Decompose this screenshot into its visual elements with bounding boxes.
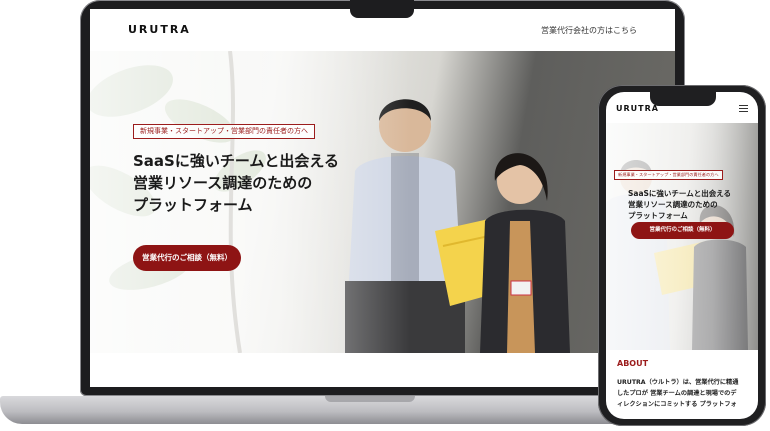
hero-tagline: 新規事業・スタートアップ・営業部門の責任者の方へ <box>133 124 315 139</box>
site-logo[interactable]: URUTRA <box>128 23 191 36</box>
phone-hero-title-line: 営業リソース調達のための <box>628 200 718 209</box>
phone-hero-tagline: 新規事業・スタートアップ・営業部門の責任者の方へ <box>614 170 723 180</box>
hero-title-line: SaaSに強いチームと出会える <box>133 152 339 170</box>
hero-section: 新規事業・スタートアップ・営業部門の責任者の方へ SaaSに強いチームと出会える… <box>90 51 675 353</box>
about-body-line: URUTRA（ウルトラ）は、営業代行に精通 <box>617 379 739 386</box>
hero-title-line: プラットフォーム <box>133 196 253 214</box>
phone-site-logo[interactable]: URUTRA <box>616 104 659 113</box>
phone-hero-title: SaaSに強いチームと出会える 営業リソース調達のための プラットフォーム <box>628 188 754 221</box>
laptop-screen: URUTRA 営業代行会社の方はこちら 新規事業・スタートアップ・営業部門の責任… <box>90 9 675 387</box>
phone-hero-title-line: プラットフォーム <box>628 211 688 220</box>
phone-notch <box>650 92 716 106</box>
hero-title: SaaSに強いチームと出会える 営業リソース調達のための プラットフォーム <box>133 150 413 216</box>
phone-consultation-button[interactable]: 営業代行のご相談（無料） <box>631 222 734 239</box>
hero-title-line: 営業リソース調達のための <box>133 174 313 192</box>
phone-hero-title-line: SaaSに強いチームと出会える <box>628 189 731 198</box>
agency-link[interactable]: 営業代行会社の方はこちら <box>541 25 637 36</box>
about-heading: ABOUT <box>617 359 649 368</box>
laptop-camera-notch <box>350 0 414 18</box>
phone-screen: URUTRA 新規事業・スタートアップ・営業部門の責任者の方へ SaaSに強いチ… <box>606 92 758 419</box>
hamburger-menu-icon[interactable] <box>739 105 748 112</box>
consultation-button[interactable]: 営業代行のご相談（無料） <box>133 245 241 271</box>
laptop-opening-notch <box>325 396 415 402</box>
about-body-line: ィレクションにコミットする プラットフォ <box>617 401 737 408</box>
about-body-line: したプロが 営業チームの調達と現場でのデ <box>617 390 737 397</box>
about-body: URUTRA（ウルトラ）は、営業代行に精通 したプロが 営業チームの調達と現場で… <box>617 377 753 410</box>
